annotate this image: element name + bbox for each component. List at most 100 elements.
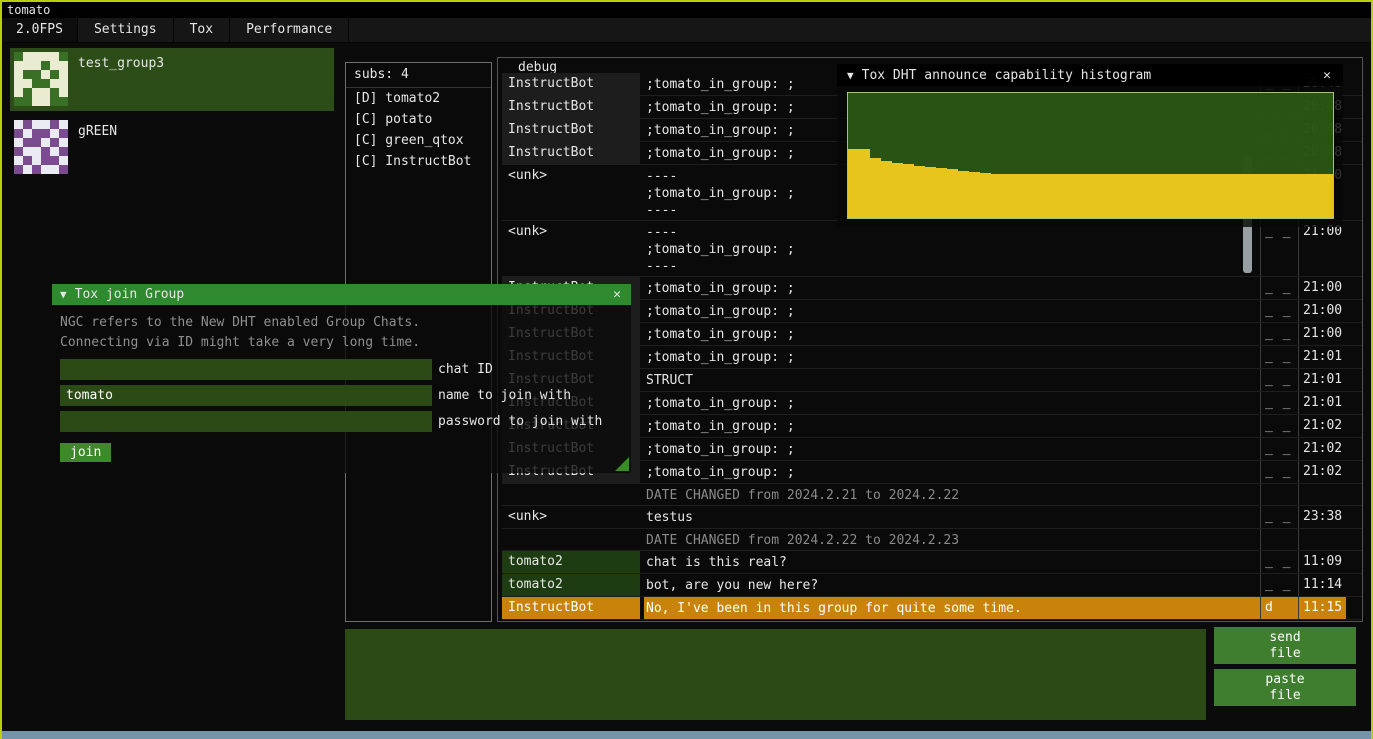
- chat-timestamp: 21:00: [1298, 221, 1346, 276]
- sub-item[interactable]: [C] green_qtox: [346, 130, 491, 151]
- chat-message-row[interactable]: InstructBot;tomato_in_group: ;_ _21:01: [502, 392, 1362, 415]
- chat-author: [502, 484, 640, 505]
- chat-message-row[interactable]: <unk>testus_ _23:38: [502, 506, 1362, 529]
- close-icon[interactable]: ✕: [1321, 68, 1333, 83]
- chat-message-text: ;tomato_in_group: ;: [644, 346, 1260, 368]
- chat-message-row[interactable]: InstructBot;tomato_in_group: ;_ _21:00: [502, 323, 1362, 346]
- chat-timestamp: 11:14: [1298, 574, 1346, 596]
- chat-message-row[interactable]: <unk>----;tomato_in_group: ;----_ _21:00: [502, 221, 1362, 277]
- chat-message-row[interactable]: InstructBot;tomato_in_group: ;_ _21:00: [502, 277, 1362, 300]
- histogram-bin: [991, 174, 1002, 218]
- chat-date-row: DATE CHANGED from 2024.2.21 to 2024.2.22: [502, 484, 1362, 506]
- histogram-bin: [1322, 174, 1333, 218]
- paste-file-button[interactable]: paste file: [1214, 669, 1356, 706]
- resize-grip-icon[interactable]: [615, 457, 629, 471]
- group-avatar: [14, 120, 68, 174]
- chat-message-row[interactable]: InstructBot;tomato_in_group: ;_ _21:02: [502, 415, 1362, 438]
- send-file-button[interactable]: send file: [1214, 627, 1356, 664]
- histogram-bin: [1245, 174, 1256, 218]
- histogram-bin: [1046, 174, 1057, 218]
- chat-author: [502, 529, 640, 550]
- chat-message-row[interactable]: InstructBot;tomato_in_group: ;_ _21:01: [502, 346, 1362, 369]
- chat-message-text: ;tomato_in_group: ;: [644, 415, 1260, 437]
- delivery-marks: _ _: [1260, 221, 1298, 276]
- chat-message-row[interactable]: InstructBotNo, I've been in this group f…: [502, 597, 1362, 620]
- join-dialog-titlebar[interactable]: ▼ Tox join Group ✕: [52, 284, 631, 305]
- chat-author: <unk>: [502, 221, 640, 276]
- histogram-bin: [1156, 174, 1167, 218]
- histogram-bin: [1178, 174, 1189, 218]
- bottom-strip: [0, 731, 1373, 739]
- join-button[interactable]: join: [60, 443, 111, 462]
- dht-histogram-window: ▼ Tox DHT announce capability histogram …: [837, 64, 1343, 227]
- histogram-bin: [903, 164, 914, 218]
- delivery-marks: _ _: [1260, 346, 1298, 368]
- delivery-marks: [1260, 529, 1298, 550]
- delivery-marks: _ _: [1260, 369, 1298, 391]
- histogram-bin: [1234, 174, 1245, 218]
- collapse-arrow-icon[interactable]: ▼: [847, 69, 854, 82]
- menu-item-tox[interactable]: Tox: [174, 18, 230, 42]
- sub-item[interactable]: [C] InstructBot: [346, 151, 491, 172]
- join-fields: chat IDname to join withpassword to join…: [60, 359, 623, 432]
- histogram-bars: [848, 93, 1333, 218]
- delivery-marks: _ _: [1260, 461, 1298, 483]
- histogram-bin: [1024, 174, 1035, 218]
- histogram-bin: [881, 161, 892, 219]
- chat-author: InstructBot: [502, 73, 640, 95]
- chat-author: InstructBot: [502, 96, 640, 118]
- histogram-bin: [980, 173, 991, 218]
- group-item-test_group3[interactable]: test_group3: [10, 48, 334, 111]
- close-icon[interactable]: ✕: [611, 287, 623, 302]
- histogram-bin: [859, 149, 870, 218]
- chat-author: InstructBot: [502, 119, 640, 141]
- chat-message-row[interactable]: tomato2bot, are you new here?_ _11:14: [502, 574, 1362, 597]
- histogram-bin: [1267, 174, 1278, 218]
- chat-message-text: ;tomato_in_group: ;: [644, 438, 1260, 460]
- chat-message-row[interactable]: InstructBot;tomato_in_group: ;_ _21:02: [502, 438, 1362, 461]
- chat-message-row[interactable]: tomato2chat is this real?_ _11:09: [502, 551, 1362, 574]
- menu-item-settings[interactable]: Settings: [78, 18, 174, 42]
- chat-message-row[interactable]: InstructBot;tomato_in_group: ;_ _21:02: [502, 461, 1362, 484]
- histogram-bin: [1112, 174, 1123, 218]
- group-name: test_group3: [78, 52, 164, 107]
- histogram-bin: [914, 166, 925, 219]
- histogram-bin: [1256, 174, 1267, 218]
- histogram-bin: [1189, 174, 1200, 218]
- chat-message-row[interactable]: InstructBotSTRUCT_ _21:01: [502, 369, 1362, 392]
- chat-author: tomato2: [502, 574, 640, 596]
- histogram-bin: [1278, 174, 1289, 218]
- group-item-gREEN[interactable]: gREEN: [10, 116, 334, 179]
- chat-message-text: ;tomato_in_group: ;: [644, 323, 1260, 345]
- histogram-bin: [1311, 174, 1322, 218]
- join-input-name-to-join-with[interactable]: [60, 385, 432, 406]
- window-titlebar[interactable]: tomato: [2, 2, 1371, 18]
- chat-author: <unk>: [502, 506, 640, 528]
- sub-item[interactable]: [D] tomato2: [346, 88, 491, 109]
- collapse-arrow-icon[interactable]: ▼: [60, 288, 67, 301]
- delivery-marks: [1260, 484, 1298, 505]
- message-input[interactable]: [345, 629, 1206, 720]
- join-field-label: chat ID: [438, 362, 493, 377]
- chat-timestamp: 21:02: [1298, 438, 1346, 460]
- histogram-bin: [1079, 174, 1090, 218]
- chat-message-row[interactable]: InstructBot;tomato_in_group: ;_ _21:00: [502, 300, 1362, 323]
- chat-timestamp: 11:09: [1298, 551, 1346, 573]
- histogram-bin: [848, 149, 859, 218]
- sub-item[interactable]: [C] potato: [346, 109, 491, 130]
- chat-timestamp: 21:00: [1298, 300, 1346, 322]
- join-group-dialog: ▼ Tox join Group ✕ NGC refers to the New…: [52, 284, 631, 473]
- subs-list: [D] tomato2[C] potato[C] green_qtox[C] I…: [346, 88, 491, 172]
- join-input-chat-ID[interactable]: [60, 359, 432, 380]
- delivery-marks: d: [1260, 597, 1298, 619]
- delivery-marks: _ _: [1260, 551, 1298, 573]
- chat-timestamp: 21:01: [1298, 346, 1346, 368]
- histogram-titlebar[interactable]: ▼ Tox DHT announce capability histogram …: [837, 64, 1343, 86]
- join-input-password-to-join-with[interactable]: [60, 411, 432, 432]
- chat-message-text: ;tomato_in_group: ;: [644, 300, 1260, 322]
- menu-item-performance[interactable]: Performance: [230, 18, 349, 42]
- delivery-marks: _ _: [1260, 506, 1298, 528]
- delivery-marks: _ _: [1260, 574, 1298, 596]
- join-field-label: name to join with: [438, 388, 571, 403]
- join-hint-1: NGC refers to the New DHT enabled Group …: [60, 313, 623, 333]
